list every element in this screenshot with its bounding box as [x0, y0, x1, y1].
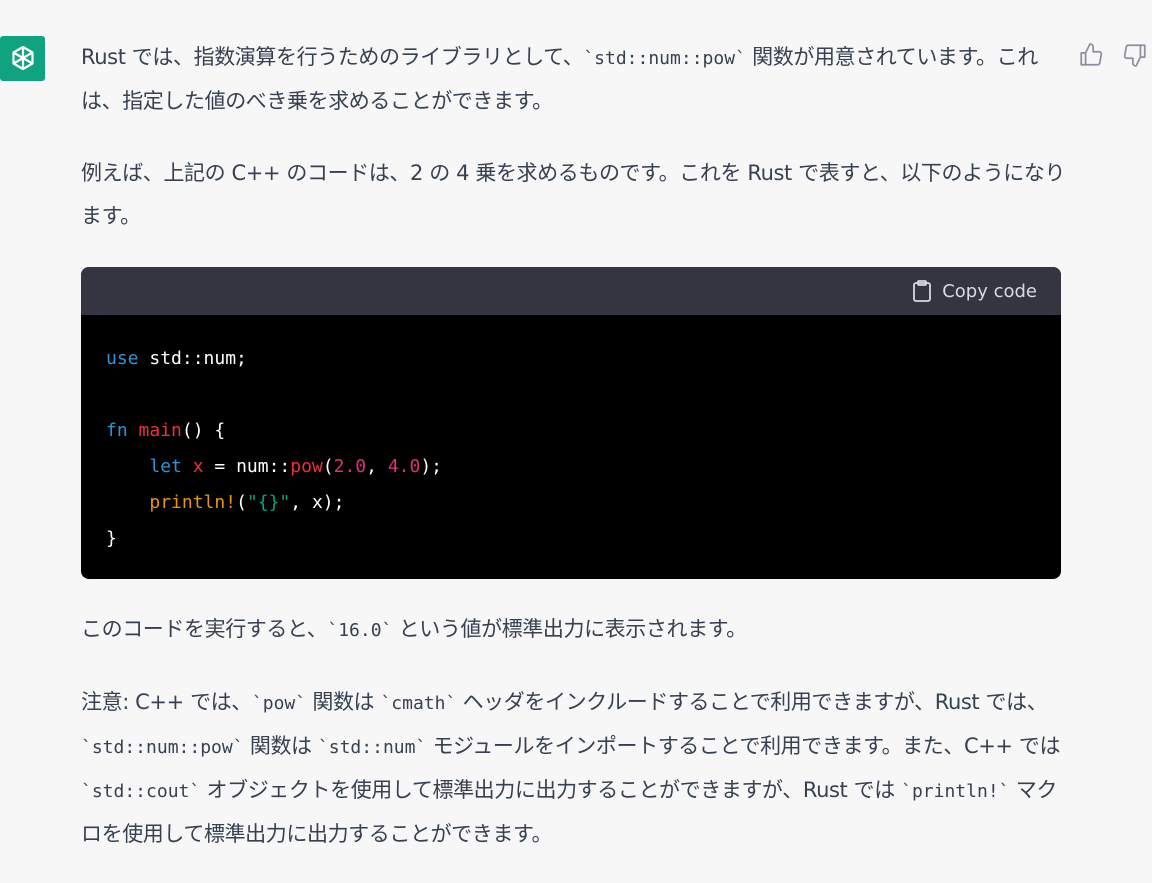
code-token-macro: println! — [149, 492, 237, 513]
text: Rust では、指数演算を行うためのライブラリとして、 — [81, 45, 584, 69]
message-paragraph: Rust では、指数演算を行うためのライブラリとして、`std::num::po… — [81, 36, 1066, 123]
code-line: fn main() { — [106, 413, 1036, 449]
inline-code: `std::num` — [317, 737, 427, 758]
copy-code-label: Copy code — [942, 280, 1037, 302]
code-token-string: "{}" — [246, 492, 291, 513]
text: 関数は — [243, 734, 318, 758]
inline-code: `println!` — [901, 781, 1010, 802]
text: ヘッダをインクルードすることで利用できますが、Rust では、 — [456, 690, 1048, 714]
code-token-number: 4.0 — [387, 456, 421, 477]
code-block-header: Copy code — [81, 267, 1061, 315]
inline-code: `std::cout` — [81, 781, 201, 802]
text: モジュールをインポートすることで利用できます。また、C++ では — [426, 734, 1061, 758]
copy-code-button[interactable]: Copy code — [912, 279, 1037, 303]
code-token-keyword: fn — [106, 420, 128, 441]
code-token-keyword: let — [149, 456, 182, 477]
text: オブジェクトを使用して標準出力に出力することができますが、Rust では — [200, 778, 902, 802]
code-token-variable: x — [192, 456, 204, 477]
code-token-text: , — [366, 456, 388, 477]
assistant-avatar — [0, 36, 45, 81]
code-token-text: = num:: — [203, 456, 291, 477]
code-token-keyword: use — [106, 348, 139, 369]
assistant-message: Rust では、指数演算を行うためのライブラリとして、`std::num::po… — [81, 36, 1066, 856]
text: 関数は — [306, 690, 381, 714]
message-paragraph: 注意: C++ では、`pow` 関数は `cmath` ヘッダをインクルードす… — [81, 681, 1066, 856]
code-block: Copy code use std::num; fn main() { let … — [81, 267, 1061, 579]
code-line: let x = num::pow(2.0, 4.0); — [106, 449, 1036, 485]
code-token-function: main — [138, 420, 182, 441]
inline-code: `cmath` — [380, 693, 457, 714]
code-token-text: ( — [322, 456, 334, 477]
inline-code: `16.0` — [327, 620, 393, 641]
code-token-text: std::num; — [138, 348, 247, 369]
inline-code: `std::num::pow` — [81, 737, 244, 758]
code-line: use std::num; — [106, 341, 1036, 377]
code-token-text: ( — [236, 492, 247, 513]
openai-logo-icon — [11, 45, 34, 70]
text: という値が標準出力に表示されます。 — [392, 617, 748, 641]
code-token-number: 2.0 — [333, 456, 367, 477]
message-paragraph: 例えば、上記の C++ のコードは、2 の 4 乗を求めるものです。これを Ru… — [81, 161, 1066, 228]
code-line: println!("{}", x); — [106, 485, 1036, 521]
thumbs-down-icon[interactable] — [1122, 42, 1148, 68]
feedback-buttons — [1078, 42, 1148, 68]
inline-code: `std::num::pow` — [583, 48, 746, 69]
message-paragraph: このコードを実行すると、`16.0` という値が標準出力に表示されます。 — [81, 608, 1066, 652]
text: このコードを実行すると、 — [81, 617, 328, 641]
code-token-text: , x); — [290, 492, 345, 513]
inline-code: `pow` — [251, 693, 307, 714]
code-token-text: ); — [420, 456, 443, 477]
code-content[interactable]: use std::num; fn main() { let x = num::p… — [81, 315, 1061, 557]
clipboard-icon — [913, 280, 932, 302]
text: 注意: C++ では、 — [81, 690, 252, 714]
code-line: } — [106, 528, 117, 549]
code-token-function: pow — [290, 456, 323, 477]
thumbs-up-icon[interactable] — [1078, 42, 1104, 68]
code-token-text: () { — [181, 420, 226, 441]
